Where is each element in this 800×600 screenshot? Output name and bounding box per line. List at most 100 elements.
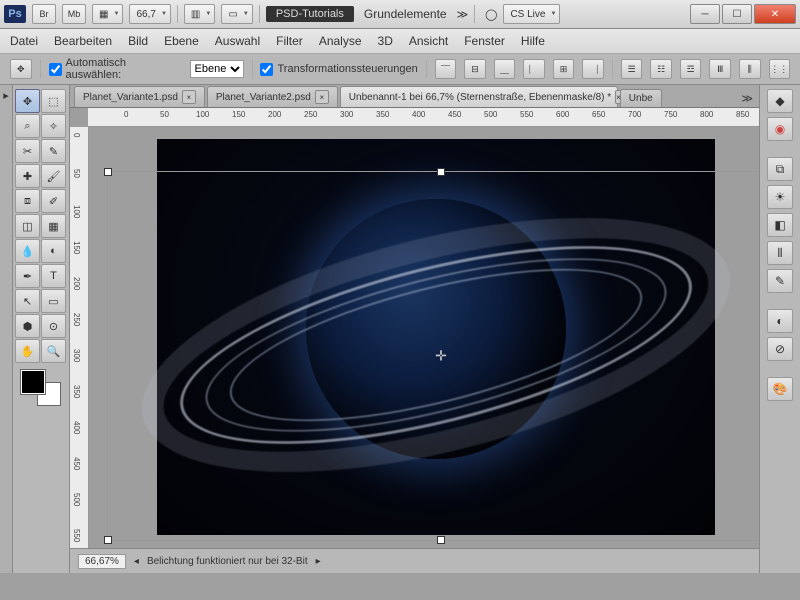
camera-tool[interactable]: ⊙ bbox=[41, 314, 66, 338]
menu-bearbeiten[interactable]: Bearbeiten bbox=[54, 34, 112, 48]
panel-navigator-icon[interactable]: ⊘ bbox=[767, 337, 793, 361]
gradient-tool[interactable]: ▦ bbox=[41, 214, 66, 238]
align-bottom-icon[interactable]: ⎽ bbox=[494, 59, 516, 79]
color-swatches[interactable] bbox=[21, 370, 61, 406]
panel-adjustments-icon[interactable]: ☀ bbox=[767, 185, 793, 209]
panel-channels-icon[interactable]: ⫴ bbox=[767, 241, 793, 265]
align-right-icon[interactable]: ⎹ bbox=[582, 59, 604, 79]
window-minimize[interactable]: ─ bbox=[690, 4, 720, 24]
align-vcenter-icon[interactable]: ⊟ bbox=[464, 59, 486, 79]
close-icon[interactable]: × bbox=[315, 90, 329, 104]
arrange-dropdown[interactable]: ▥ bbox=[184, 4, 215, 24]
status-message: Belichtung funktioniert nur bei 32-Bit bbox=[147, 556, 308, 567]
menu-ansicht[interactable]: Ansicht bbox=[409, 34, 448, 48]
canvas[interactable] bbox=[157, 139, 715, 535]
zoom-dropdown[interactable]: 66,7 bbox=[129, 4, 170, 24]
brush-tool[interactable]: 🖌 bbox=[41, 164, 66, 188]
status-next-icon[interactable]: ▸ bbox=[316, 556, 321, 567]
marquee-tool[interactable]: ⬚ bbox=[41, 89, 66, 113]
window-close[interactable]: ✕ bbox=[754, 4, 796, 24]
panel-styles-icon[interactable]: 🎨 bbox=[767, 377, 793, 401]
handle-tl[interactable] bbox=[104, 168, 112, 176]
foreground-color[interactable] bbox=[21, 370, 45, 394]
bridge-button[interactable]: Br bbox=[32, 4, 56, 24]
toolbox: ✥⬚ ⌕✧ ✂✎ ✚🖌 ⧈✐ ◫▦ 💧◐ ✒T ↖▭ ⬢⊙ ✋🔍 bbox=[13, 85, 70, 573]
status-prev-icon[interactable]: ◂ bbox=[134, 556, 139, 567]
tab-doc4[interactable]: Unbe bbox=[620, 89, 662, 107]
tab-doc1[interactable]: Planet_Variante1.psd× bbox=[74, 86, 205, 107]
align-top-icon[interactable]: ⎺ bbox=[435, 59, 457, 79]
distribute-4-icon[interactable]: Ⅲ bbox=[709, 59, 731, 79]
distribute-2-icon[interactable]: ☷ bbox=[650, 59, 672, 79]
hand-tool[interactable]: ✋ bbox=[15, 339, 40, 363]
workspace-grund[interactable]: Grundelemente bbox=[360, 7, 451, 21]
workspace-psdtut[interactable]: PSD-Tutorials bbox=[266, 6, 354, 22]
stamp-tool[interactable]: ⧈ bbox=[15, 189, 40, 213]
move-tool[interactable]: ✥ bbox=[15, 89, 40, 113]
tab-doc3[interactable]: Unbenannt-1 bei 66,7% (Sternenstraße, Eb… bbox=[340, 86, 618, 107]
menu-3d[interactable]: 3D bbox=[378, 34, 393, 48]
eraser-tool[interactable]: ◫ bbox=[15, 214, 40, 238]
heal-tool[interactable]: ✚ bbox=[15, 164, 40, 188]
menu-datei[interactable]: Datei bbox=[10, 34, 38, 48]
options-bar: ✥ Automatisch auswählen: Ebene Transform… bbox=[0, 54, 800, 85]
menu-ebene[interactable]: Ebene bbox=[164, 34, 199, 48]
distribute-5-icon[interactable]: ⫼ bbox=[739, 59, 761, 79]
menu-hilfe[interactable]: Hilfe bbox=[521, 34, 545, 48]
lasso-tool[interactable]: ⌕ bbox=[15, 114, 40, 138]
right-panels: ◆ ◉ ⧉ ☀ ◧ ⫴ ✎ ◐ ⊘ 🎨 bbox=[759, 85, 800, 573]
panel-color-icon[interactable]: ◆ bbox=[767, 89, 793, 113]
eyedropper-tool[interactable]: ✎ bbox=[41, 139, 66, 163]
shape-tool[interactable]: ▭ bbox=[41, 289, 66, 313]
document-tabs: Planet_Variante1.psd× Planet_Variante2.p… bbox=[70, 85, 759, 108]
panel-info-icon[interactable]: ◐ bbox=[767, 309, 793, 333]
panel-paths-icon[interactable]: ✎ bbox=[767, 269, 793, 293]
status-bar: 66,67% ◂ Belichtung funktioniert nur bei… bbox=[70, 548, 759, 573]
history-brush-tool[interactable]: ✐ bbox=[41, 189, 66, 213]
titlebar: Ps Br Mb ▦ 66,7 ▥ ▭ PSD-Tutorials Grunde… bbox=[0, 0, 800, 29]
handle-bl[interactable] bbox=[104, 536, 112, 544]
path-tool[interactable]: ↖ bbox=[15, 289, 40, 313]
distribute-6-icon[interactable]: ⋮⋮ bbox=[769, 59, 791, 79]
menu-fenster[interactable]: Fenster bbox=[464, 34, 505, 48]
view-dropdown[interactable]: ▦ bbox=[92, 4, 123, 24]
align-left-icon[interactable]: ⎸ bbox=[523, 59, 545, 79]
3d-tool[interactable]: ⬢ bbox=[15, 314, 40, 338]
menu-bild[interactable]: Bild bbox=[128, 34, 148, 48]
type-tool[interactable]: T bbox=[41, 264, 66, 288]
menu-auswahl[interactable]: Auswahl bbox=[215, 34, 260, 48]
align-hcenter-icon[interactable]: ⊞ bbox=[553, 59, 575, 79]
auto-select-dropdown[interactable]: Ebene bbox=[190, 60, 244, 78]
move-tool-icon[interactable]: ✥ bbox=[10, 59, 32, 79]
auto-select-checkbox[interactable]: Automatisch auswählen: bbox=[49, 57, 182, 81]
panel-swatches-icon[interactable]: ◉ bbox=[767, 117, 793, 141]
menubar: Datei Bearbeiten Bild Ebene Auswahl Filt… bbox=[0, 29, 800, 54]
menu-filter[interactable]: Filter bbox=[276, 34, 303, 48]
wand-tool[interactable]: ✧ bbox=[41, 114, 66, 138]
blur-tool[interactable]: 💧 bbox=[15, 239, 40, 263]
cslive-dropdown[interactable]: CS Live bbox=[503, 4, 560, 24]
transform-controls-checkbox[interactable]: Transformationssteuerungen bbox=[260, 63, 417, 76]
pen-tool[interactable]: ✒ bbox=[15, 264, 40, 288]
ruler-horizontal[interactable]: 0501001502002503003504004505005506006507… bbox=[88, 108, 759, 127]
distribute-3-icon[interactable]: ☲ bbox=[680, 59, 702, 79]
tab-doc2[interactable]: Planet_Variante2.psd× bbox=[207, 86, 338, 107]
window-maximize[interactable]: ☐ bbox=[722, 4, 752, 24]
close-icon[interactable]: × bbox=[182, 90, 196, 104]
menu-analyse[interactable]: Analyse bbox=[319, 34, 362, 48]
panel-expand-left[interactable]: ▸ bbox=[0, 85, 13, 573]
zoom-tool[interactable]: 🔍 bbox=[41, 339, 66, 363]
canvas-area[interactable]: ✛ bbox=[89, 127, 759, 548]
workspace-more-icon[interactable]: ≫ bbox=[457, 8, 469, 21]
dodge-tool[interactable]: ◐ bbox=[41, 239, 66, 263]
screen-dropdown[interactable]: ▭ bbox=[221, 4, 252, 24]
handle-bc[interactable] bbox=[437, 536, 445, 544]
panel-masks-icon[interactable]: ◧ bbox=[767, 213, 793, 237]
distribute-1-icon[interactable]: ☰ bbox=[621, 59, 643, 79]
crop-tool[interactable]: ✂ bbox=[15, 139, 40, 163]
panel-layers-icon[interactable]: ⧉ bbox=[767, 157, 793, 181]
status-zoom[interactable]: 66,67% bbox=[78, 554, 126, 569]
tabs-more-icon[interactable]: ≫ bbox=[735, 90, 759, 107]
minibridge-button[interactable]: Mb bbox=[62, 4, 86, 24]
ruler-vertical[interactable]: 050100150200250300350400450500550 bbox=[70, 127, 89, 548]
